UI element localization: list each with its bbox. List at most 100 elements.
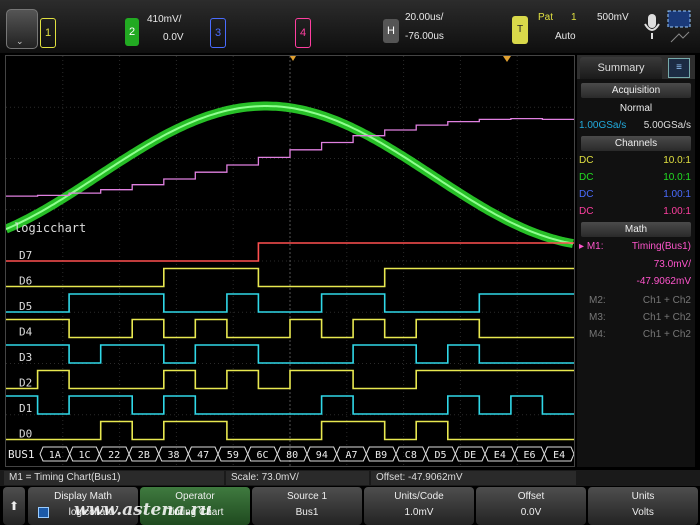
bus-value: 38: [167, 450, 179, 461]
softkey-label: Units: [631, 491, 655, 502]
m4-function: Ch1 + Ch2: [642, 329, 691, 340]
bus-value: 2B: [138, 450, 150, 461]
channel-3-number: 3: [210, 18, 226, 48]
softkey-value: 0.0V: [520, 507, 542, 518]
softkey-value: Volts: [632, 507, 654, 518]
digital-label-d3: D3: [19, 351, 32, 364]
softkey-offset[interactable]: Offset 0.0V: [476, 487, 586, 525]
back-arrow-icon[interactable]: ⬆: [3, 487, 25, 525]
trigger-source: 1: [571, 12, 577, 23]
summary-panel: Summary ≡ Acquisition Normal 1.00GSa/s 5…: [577, 55, 695, 467]
channel-1-number: 1: [40, 18, 56, 48]
digital-label-d4: D4: [19, 326, 33, 339]
trigger-marker-icon: [503, 56, 511, 62]
channels-header: Channels: [581, 136, 691, 151]
math-offset: Offset: -47.9062mV: [371, 471, 576, 485]
trigger-level: 500mV: [597, 12, 629, 23]
math-definition: M1 = Timing Chart(Bus1): [4, 471, 224, 485]
channel-coupling: DC: [579, 189, 594, 200]
watermark: www.astena.ru: [74, 500, 212, 520]
acquisition-header: Acquisition: [581, 83, 691, 98]
channel-2-offset: 0.0V: [163, 32, 184, 43]
list-icon[interactable]: ≡: [668, 58, 690, 78]
bus-value: 80: [286, 450, 298, 461]
bus-value: E6: [523, 450, 535, 461]
bus-value: 22: [108, 450, 120, 461]
zoom-box-icon[interactable]: [665, 8, 695, 48]
channel-2-number: 2: [125, 18, 139, 46]
trigger-marker-icon: [290, 56, 296, 61]
channel-2-waveform: [6, 101, 574, 249]
bus-value: 1A: [49, 450, 61, 461]
digital-waveform-d4: [6, 318, 574, 339]
bus-value: 1C: [78, 450, 90, 461]
main-menu-button[interactable]: ⌄: [6, 9, 38, 49]
channel-2-scale: 410mV/: [147, 14, 182, 25]
m2-name: M2:: [589, 295, 606, 306]
channel-2-waveform-core: [6, 105, 574, 245]
bus-value: E4: [494, 450, 506, 461]
softkey-units-code[interactable]: Units/Code 1.0mV: [364, 487, 474, 525]
softkey-units[interactable]: Units Volts: [588, 487, 698, 525]
softkey-source[interactable]: Source 1 Bus1: [252, 487, 362, 525]
channel-probe: 10.0:1: [663, 155, 691, 166]
acquisition-mode: Normal: [579, 103, 693, 114]
softkey-label: Source 1: [286, 491, 328, 502]
channel-probe: 1.00:1: [663, 206, 691, 217]
sample-rate-2: 5.00GSa/s: [643, 120, 691, 131]
status-line: M1 = Timing Chart(Bus1) Scale: 73.0mV/ O…: [0, 470, 700, 486]
channel-probe: 10.0:1: [663, 172, 691, 183]
digital-label-d5: D5: [19, 300, 32, 313]
bus-value: A7: [345, 450, 357, 461]
waveform-canvas: logicchart D7 D6 D5 D4 D3 D2 D1 D0 BUS1 1A 1C 22 2B 38…: [6, 56, 574, 466]
bus-value: B9: [375, 450, 387, 461]
m1-label: M1:: [586, 241, 604, 252]
math-label: logicchart: [14, 221, 86, 235]
trigger-mode: Auto: [555, 31, 576, 42]
channel-coupling: DC: [579, 206, 594, 217]
digital-label-d7: D7: [19, 249, 32, 262]
m4-name: M4:: [589, 329, 606, 340]
m3-function: Ch1 + Ch2: [642, 312, 691, 323]
softkey-value: 1.0mV: [404, 507, 434, 518]
trigger-button[interactable]: T: [512, 16, 528, 44]
chevron-down-icon: ⌄: [16, 36, 24, 46]
softkey-label: Offset: [517, 491, 545, 502]
summary-tabs: Summary ≡: [577, 55, 695, 79]
sample-rate-1: 1.00GSa/s: [579, 120, 627, 131]
bus-value: 6C: [256, 450, 268, 461]
m2-function: Ch1 + Ch2: [642, 295, 691, 306]
tab-summary[interactable]: Summary: [580, 57, 662, 79]
m3-name: M3:: [589, 312, 606, 323]
bus-value: C8: [405, 450, 417, 461]
channel-coupling: DC: [579, 155, 594, 166]
m1-offset: -47.9062mV: [636, 276, 691, 287]
channel-probe: 1.00:1: [663, 189, 691, 200]
horizontal-button[interactable]: H: [383, 19, 399, 43]
bus-value: D5: [434, 450, 446, 461]
trigger-type: Pat: [538, 12, 554, 23]
bus-value: 59: [227, 450, 239, 461]
channel-4-number: 4: [295, 18, 311, 48]
channel-coupling: DC: [579, 172, 594, 183]
waveform-display[interactable]: logicchart D7 D6 D5 D4 D3 D2 D1 D0 BUS1 1A 1C 22 2B 38…: [5, 55, 575, 467]
digital-waveform-d2: [6, 369, 574, 390]
m1-function: Timing(Bus1): [631, 241, 691, 252]
digital-label-d0: D0: [19, 428, 32, 441]
checkbox-icon: [38, 507, 49, 518]
softkey-value: Bus1: [295, 507, 319, 518]
bus-value: 94: [316, 450, 328, 461]
m1-name: ▸ M1:: [579, 241, 604, 252]
timebase-value: 20.00us/: [405, 12, 444, 23]
bus-value: DE: [464, 450, 476, 461]
softkey-label: Units/Code: [394, 491, 444, 502]
bus-value: 47: [197, 450, 209, 461]
delay-value: -76.00us: [405, 31, 444, 42]
microphone-icon[interactable]: [642, 12, 662, 42]
math-scale: Scale: 73.0mV/: [226, 471, 369, 485]
bus-label: BUS1: [8, 448, 35, 461]
digital-label-d2: D2: [19, 377, 32, 390]
m1-scale: 73.0mV/: [653, 259, 691, 270]
digital-label-d1: D1: [19, 402, 32, 415]
math-header: Math: [581, 222, 691, 237]
